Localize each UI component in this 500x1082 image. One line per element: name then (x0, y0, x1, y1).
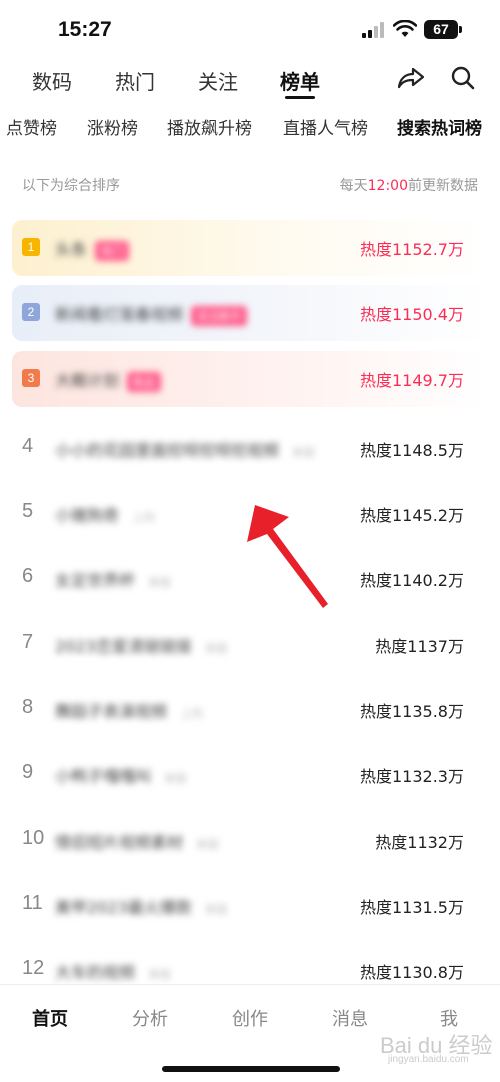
subtab-live[interactable]: 直播人气榜 (283, 114, 368, 139)
ranking-tag: 新品 (127, 371, 162, 392)
rank-badge: 2 (22, 303, 40, 321)
home-indicator[interactable] (162, 1066, 340, 1072)
status-time: 15:27 (58, 18, 112, 41)
status-bar: 15:27 67 (0, 0, 500, 58)
ranking-heat: 热度1132.3万 (360, 767, 464, 786)
ranking-tag: 新版 (197, 837, 220, 851)
ranking-row-4[interactable]: 4 小小的花园里面挖呀挖呀挖视频 新版 热度1148.5万 (12, 421, 488, 477)
ranking-tag: 关注新中 (191, 305, 248, 326)
ranking-heat: 热度1131.5万 (360, 898, 464, 917)
ranking-title: 小鸭子嘎嘎叫 新版 (55, 763, 193, 788)
tab-rankings[interactable]: 榜单 (280, 66, 320, 95)
ranking-heat: 热度1140.2万 (360, 571, 464, 590)
bottom-tab-home[interactable]: 首页 (32, 1005, 68, 1031)
ranking-heat: 热度1137万 (375, 637, 464, 656)
battery-icon: 67 (424, 20, 462, 39)
ranking-heat: 热度1132万 (375, 833, 464, 852)
ranking-heat: 热度1152.7万 (360, 240, 464, 259)
annotation-arrow-icon (247, 505, 328, 608)
ranking-heat: 热度1130.8万 (360, 963, 464, 982)
battery-level: 67 (433, 21, 449, 37)
ranking-title: 舞蹈子表演视频 上热 (55, 698, 209, 723)
bottom-tab-messages[interactable]: 消息 (332, 1005, 368, 1031)
rank-number: 10 (22, 827, 45, 849)
subtab-followers[interactable]: 涨粉榜 (87, 114, 138, 139)
rank-number: 7 (22, 631, 34, 653)
update-note: 每天12:00前更新数据 (339, 178, 478, 194)
ranking-title: 新闻看灯笼春视频 关注新中 (55, 301, 248, 326)
ranking-tag: 新版 (293, 445, 316, 459)
ranking-title: 小小的花园里面挖呀挖呀挖视频 新版 (55, 437, 321, 462)
ranking-tag: 热门 (95, 240, 130, 261)
ranking-row-9[interactable]: 9 小鸭子嘎嘎叫 新版 热度1132.3万 (12, 747, 488, 803)
subtab-likes[interactable]: 点赞榜 (6, 114, 57, 139)
cellular-signal-icon (362, 22, 384, 38)
ranking-row-10[interactable]: 10 情侣短片视频素材 新版 热度1132万 (12, 813, 488, 869)
ranking-row-2[interactable]: 2 新闻看灯笼春视频 关注新中 热度1150.4万 (12, 285, 488, 341)
tab-hot[interactable]: 热门 (115, 66, 155, 95)
ranking-heat: 热度1149.7万 (360, 371, 464, 390)
ranking-title: 头条 热门 (55, 236, 130, 261)
rank-number: 4 (22, 435, 34, 457)
ranking-heat: 热度1145.2万 (360, 506, 464, 525)
ranking-title: 大车的视频 新版 (55, 959, 177, 984)
ranking-heat: 热度1148.5万 (360, 441, 464, 460)
rank-number: 5 (22, 500, 34, 522)
rank-number: 8 (22, 696, 34, 718)
ranking-title: 大概计划 新品 (55, 367, 162, 392)
ranking-tag: 新版 (205, 902, 228, 916)
ranking-title: 女足世界杯 新版 (55, 567, 177, 592)
subtab-search-terms[interactable]: 搜索热词榜 (397, 114, 482, 139)
ranking-subtabs: 点赞榜 涨粉榜 播放飙升榜 直播人气榜 搜索热词榜 (0, 110, 500, 140)
update-time: 12:00 (367, 178, 408, 194)
sort-note: 以下为综合排序 (22, 178, 120, 194)
wifi-icon (393, 20, 417, 37)
rank-number: 12 (22, 957, 45, 979)
ranking-title: 情侣短片视频素材 新版 (55, 829, 225, 854)
ranking-heat: 热度1150.4万 (360, 305, 464, 324)
ranking-tag: 上热 (133, 510, 156, 524)
ranking-row-11[interactable]: 11 美甲2023最火爆款 新版 热度1131.5万 (12, 878, 488, 934)
ranking-row-8[interactable]: 8 舞蹈子表演视频 上热 热度1135.8万 (12, 682, 488, 738)
watermark-url: jingyan.baidu.com (388, 1054, 469, 1065)
ranking-title: 2023恋爱清链链接 新版 (55, 633, 234, 658)
tab-digital[interactable]: 数码 (32, 66, 72, 95)
ranking-tag: 新版 (205, 641, 228, 655)
rank-badge: 3 (22, 369, 40, 387)
ranking-row-3[interactable]: 3 大概计划 新品 热度1149.7万 (12, 351, 488, 407)
search-icon[interactable] (450, 65, 476, 91)
rank-badge: 1 (22, 238, 40, 256)
tab-follow[interactable]: 关注 (198, 66, 238, 95)
ranking-tag: 上热 (181, 706, 204, 720)
rank-number: 11 (22, 892, 43, 914)
ranking-tag: 新版 (149, 575, 172, 589)
rank-number: 6 (22, 565, 34, 587)
ranking-title: 美甲2023最火爆款 新版 (55, 894, 234, 919)
active-tab-underline (285, 96, 315, 99)
ranking-heat: 热度1135.8万 (360, 702, 464, 721)
ranking-tag: 新版 (165, 771, 188, 785)
ranking-row-7[interactable]: 7 2023恋爱清链链接 新版 热度1137万 (12, 617, 488, 673)
share-icon[interactable] (396, 66, 426, 90)
subtab-plays[interactable]: 播放飙升榜 (167, 114, 252, 139)
bottom-tab-analysis[interactable]: 分析 (132, 1005, 168, 1031)
ranking-tag: 新版 (149, 967, 172, 981)
rank-number: 9 (22, 761, 34, 783)
bottom-tab-create[interactable]: 创作 (232, 1005, 268, 1031)
ranking-row-1[interactable]: 1 头条 热门 热度1152.7万 (12, 220, 488, 276)
ranking-title: 小猪狗奇 上热 (55, 502, 161, 527)
